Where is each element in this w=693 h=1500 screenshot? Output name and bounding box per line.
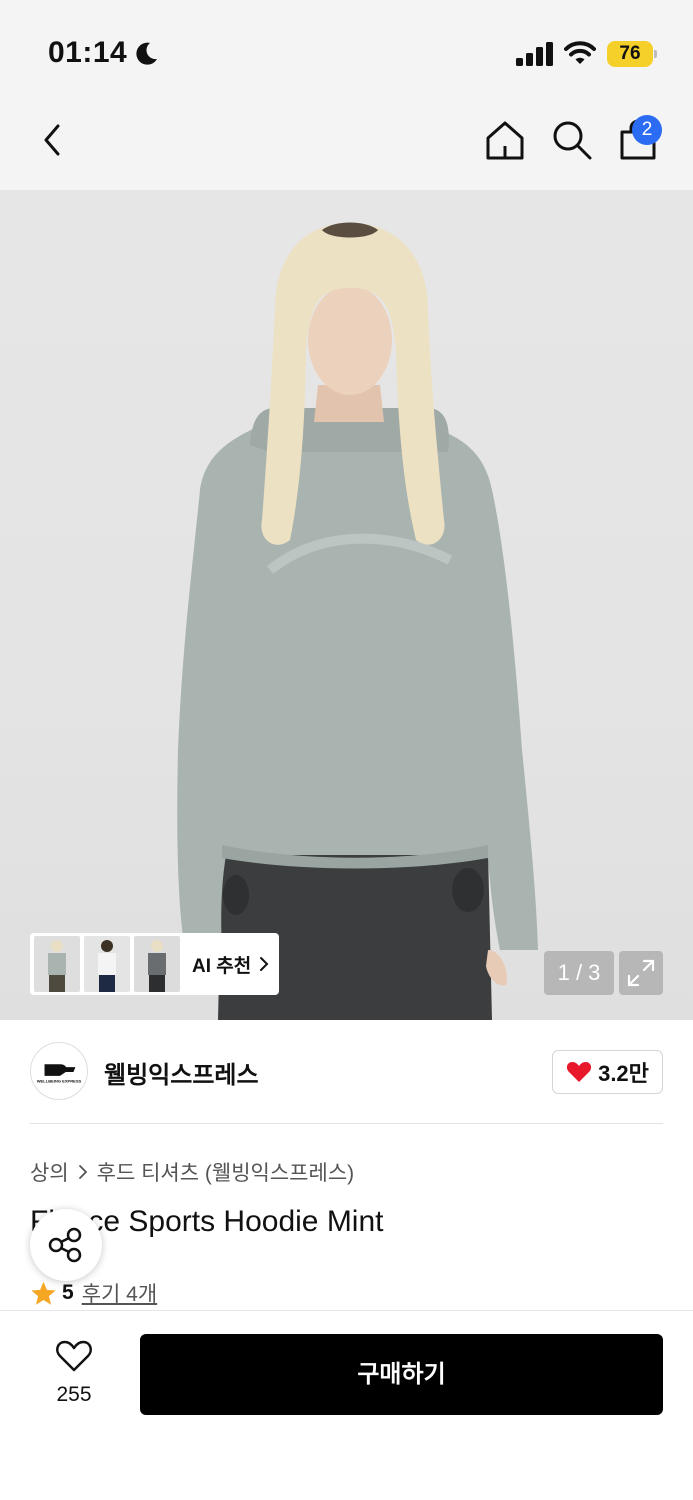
heart-filled-icon: [566, 1062, 592, 1082]
brand-logo-text: WELLBEING EXPRESS: [37, 1079, 82, 1084]
buy-button[interactable]: 구매하기: [140, 1334, 663, 1415]
share-button[interactable]: [30, 1209, 102, 1281]
rating-row: 5 후기 4개: [30, 1278, 157, 1308]
ai-thumb-2[interactable]: [84, 936, 130, 992]
breadcrumb: 상의 후드 티셔츠 (웰빙익스프레스): [30, 1157, 354, 1187]
breadcrumb-subcategory[interactable]: 후드 티셔츠 (웰빙익스프레스): [97, 1157, 355, 1187]
product-image-gallery[interactable]: AI 추천 1 / 3: [0, 190, 693, 1020]
product-photo: [177, 222, 538, 1020]
rating-score: 5: [62, 1281, 74, 1304]
expand-icon[interactable]: [619, 951, 663, 995]
ai-thumb-1[interactable]: [34, 936, 80, 992]
chevron-right-icon: [78, 1165, 87, 1179]
battery-level: 76: [619, 43, 641, 64]
heart-outline-icon: [56, 1340, 92, 1372]
ai-recommend-label: AI 추천: [192, 955, 252, 977]
signal-icon: [516, 42, 553, 66]
wishlist-button[interactable]: 255: [38, 1339, 110, 1415]
brand-like-button[interactable]: 3.2만: [552, 1050, 663, 1094]
star-icon: [31, 1281, 56, 1305]
chevron-right-icon: [260, 957, 269, 971]
share-icon: [48, 1227, 82, 1263]
ai-recommend-button[interactable]: AI 추천: [30, 933, 279, 995]
search-icon[interactable]: [550, 118, 594, 162]
moon-icon: [136, 42, 157, 65]
brand-like-count: 3.2만: [598, 1061, 649, 1086]
review-count-link[interactable]: 후기 4개: [82, 1278, 157, 1308]
breadcrumb-category[interactable]: 상의: [30, 1157, 69, 1187]
battery-icon: 76: [607, 41, 657, 67]
wishlist-count: 255: [56, 1383, 92, 1406]
gallery-page-counter: 1 / 3: [544, 951, 614, 995]
bottom-action-bar: 255 구매하기: [0, 1310, 693, 1500]
status-time: 01:14: [48, 36, 128, 69]
divider: [30, 1123, 663, 1124]
top-area: 01:14 76 2: [0, 0, 693, 190]
back-arrow-icon[interactable]: [34, 118, 74, 162]
brand-name[interactable]: 웰빙익스프레스: [104, 1055, 259, 1090]
home-icon[interactable]: [483, 118, 527, 162]
cart-count-badge: 2: [632, 115, 662, 145]
brand-logo[interactable]: WELLBEING EXPRESS: [30, 1042, 88, 1100]
wifi-icon: [564, 41, 596, 64]
ai-thumb-3[interactable]: [134, 936, 180, 992]
